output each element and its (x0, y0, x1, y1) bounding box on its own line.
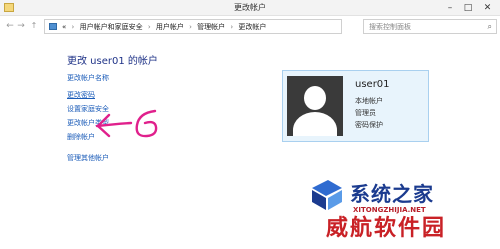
breadcrumb-item-change-account[interactable]: 更改帐户 (238, 23, 266, 31)
address-bar[interactable]: « › 用户帐户和家庭安全 › 用户帐户 › 管理帐户 › 更改帐户 ▾ ↻ (44, 19, 389, 34)
user-account-card: user01 本地帐户 管理员 密码保护 (282, 70, 429, 142)
delete-account-link[interactable]: 删除帐户 (67, 132, 95, 142)
account-type-local: 本地帐户 (355, 97, 383, 105)
close-button[interactable]: ✕ (477, 0, 498, 16)
user-avatar-icon (287, 76, 343, 136)
breadcrumb-item-user-accounts[interactable]: 用户帐户 (156, 23, 184, 31)
watermark-logo-icon (312, 180, 342, 210)
up-arrow-icon[interactable]: ↑ (29, 19, 39, 33)
change-account-name-link[interactable]: 更改帐户名称 (67, 73, 109, 83)
search-input[interactable]: 搜索控制面板 ⌕ (363, 19, 497, 34)
title-bar: 更改帐户 – □ ✕ (0, 0, 500, 16)
breadcrumb-overflow[interactable]: « (62, 23, 66, 31)
breadcrumb-item-manage-accounts[interactable]: 管理帐户 (197, 23, 225, 31)
breadcrumb-item-family-safety[interactable]: 用户帐户和家庭安全 (80, 23, 143, 31)
password-status: 密码保护 (355, 121, 383, 129)
maximize-button[interactable]: □ (459, 0, 477, 16)
minimize-button[interactable]: – (441, 0, 459, 16)
breadcrumb-separator: › (71, 23, 75, 31)
control-panel-icon (49, 23, 57, 30)
account-name: user01 (355, 79, 390, 90)
page-title: 更改 user01 的帐户 (67, 56, 158, 67)
handwritten-arrow-annotation (95, 109, 158, 138)
search-placeholder: 搜索控制面板 (369, 23, 411, 31)
breadcrumb: « › 用户帐户和家庭安全 › 用户帐户 › 管理帐户 › 更改帐户 (62, 22, 266, 32)
change-password-link[interactable]: 更改密码 (67, 90, 95, 100)
search-icon[interactable]: ⌕ (488, 22, 492, 32)
watermark-text: 系统之家 (350, 182, 434, 206)
window-title: 更改帐户 (234, 3, 266, 12)
forward-arrow-icon[interactable]: → (16, 19, 26, 33)
back-arrow-icon[interactable]: ← (5, 19, 15, 33)
navigation-bar: ← → ↑ « › 用户帐户和家庭安全 › 用户帐户 › 管理帐户 › 更改帐户… (0, 17, 500, 37)
breadcrumb-separator: › (189, 23, 192, 31)
breadcrumb-separator: › (147, 23, 151, 31)
account-role: 管理员 (355, 109, 376, 117)
manage-other-accounts-link[interactable]: 管理其他帐户 (67, 153, 109, 163)
breadcrumb-separator: › (230, 23, 234, 31)
watermark-subtext: 威航软件园 (326, 215, 447, 241)
